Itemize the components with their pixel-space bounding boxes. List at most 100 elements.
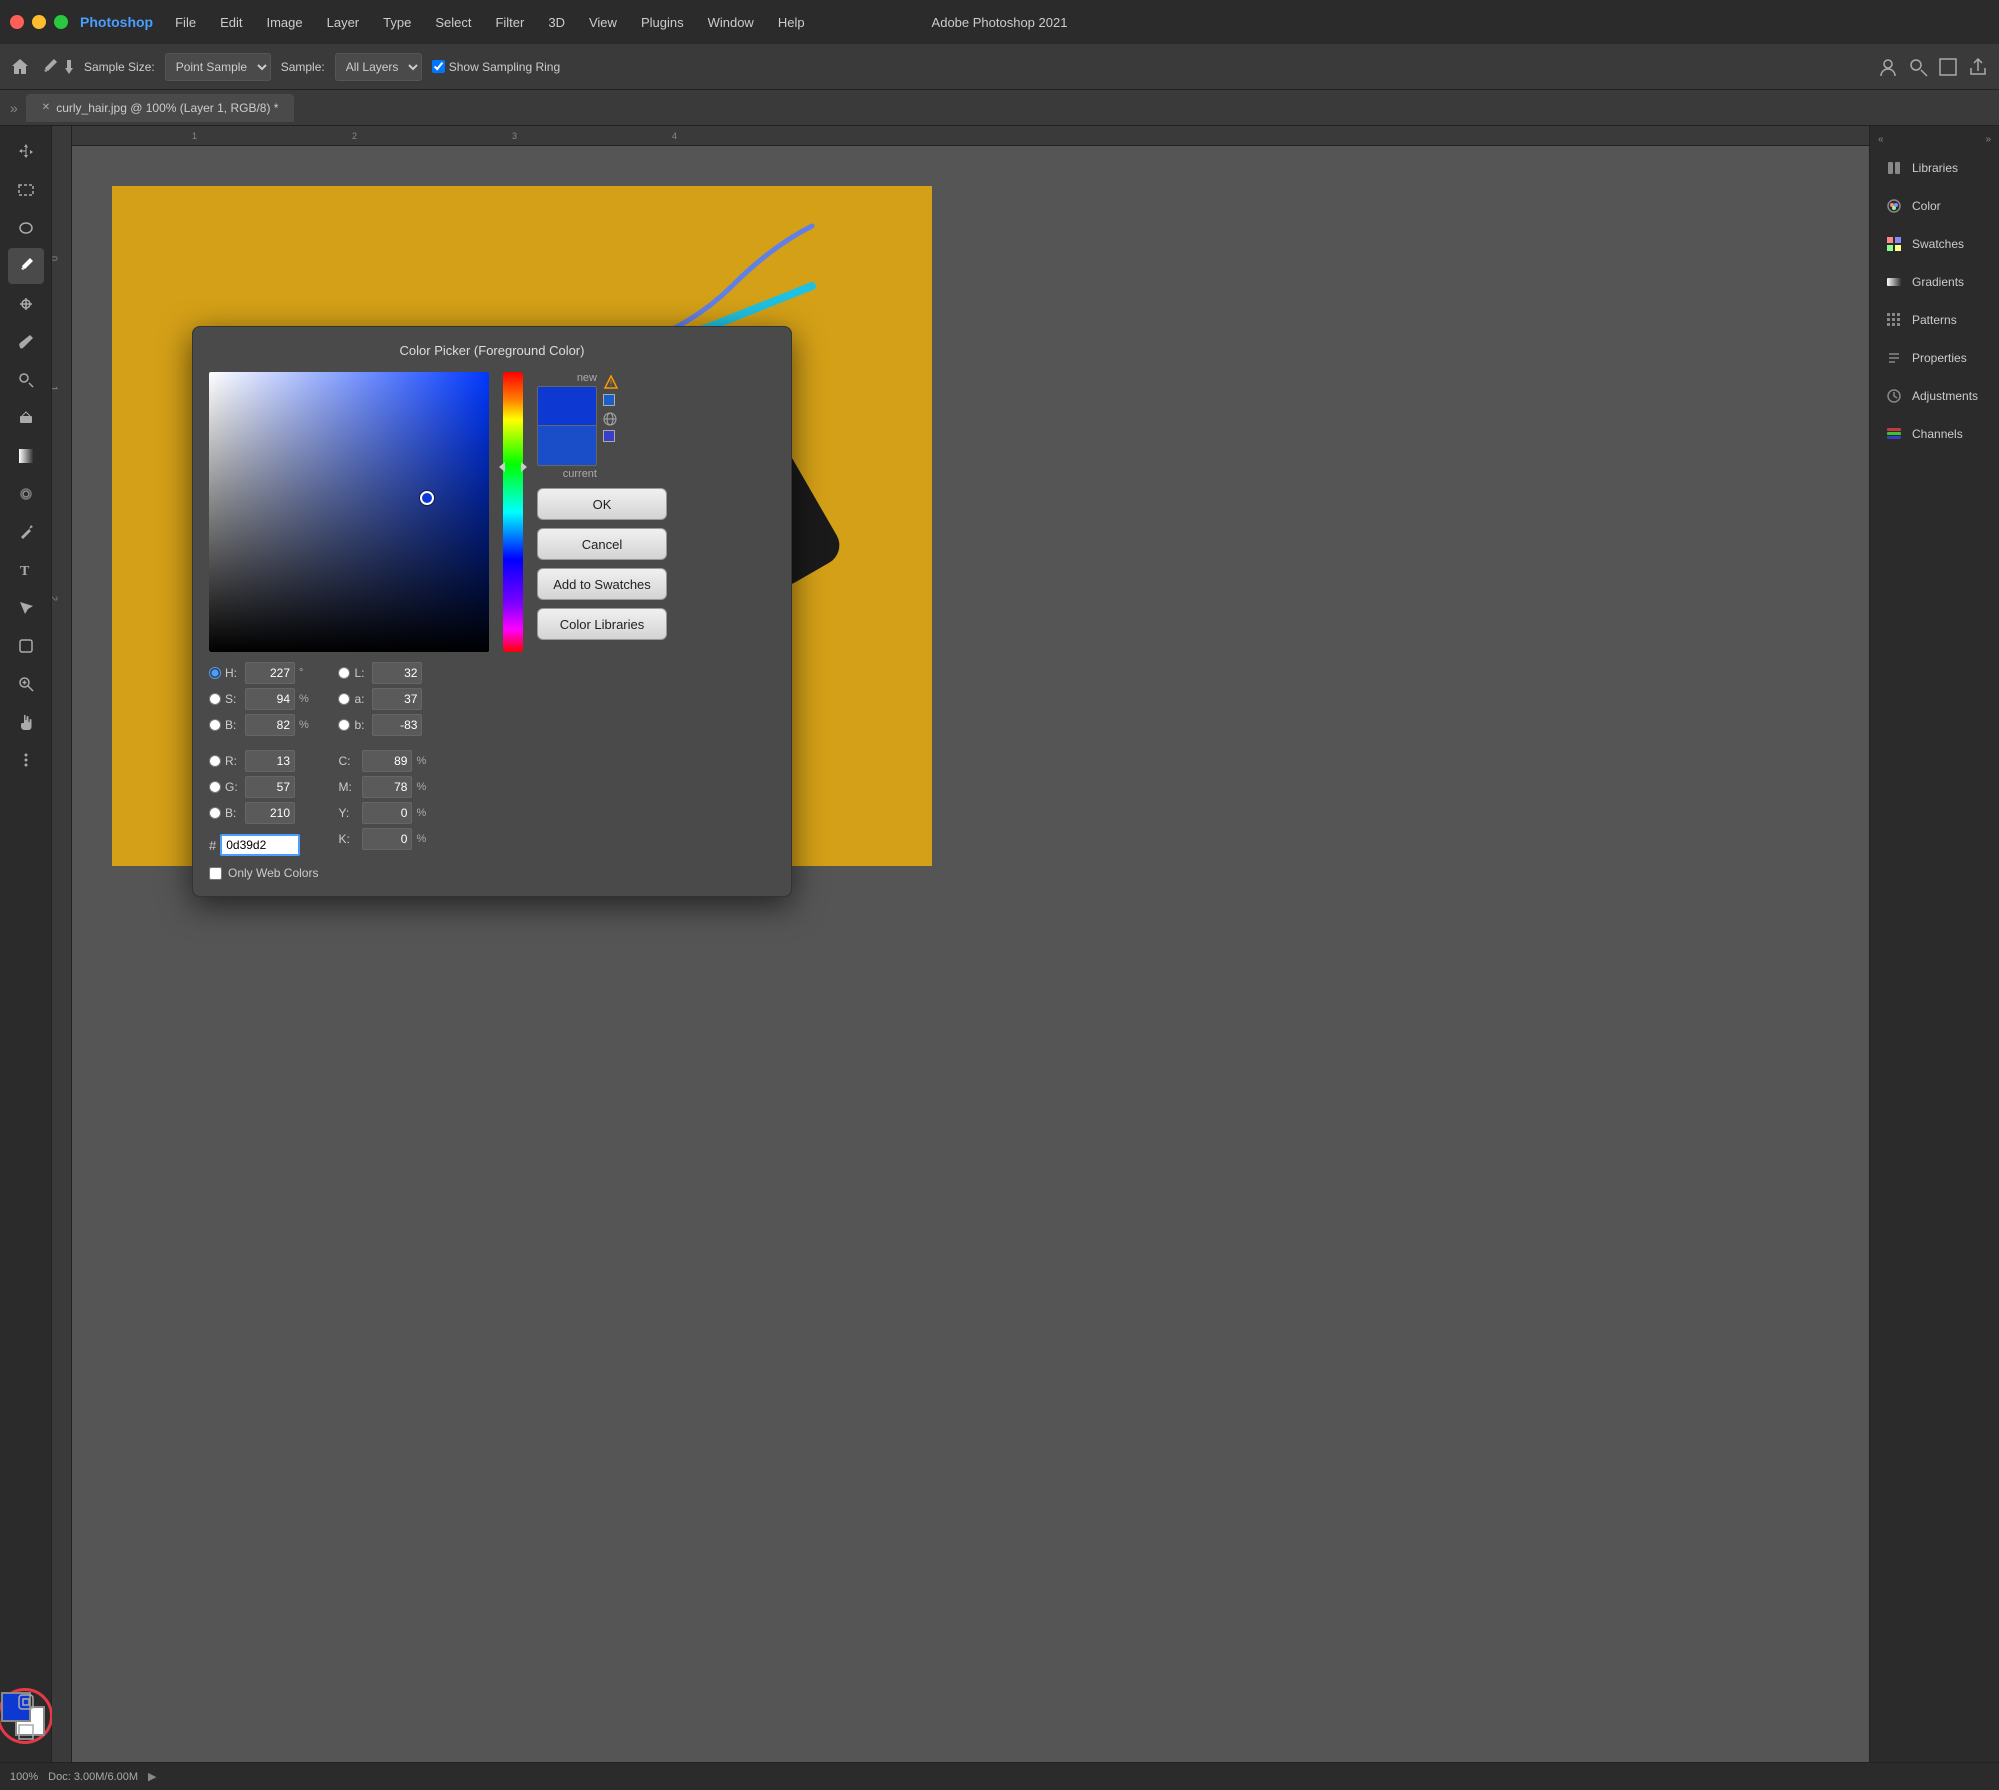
color-cube-icon[interactable] xyxy=(603,394,615,406)
panel-color[interactable]: Color xyxy=(1874,188,1995,224)
clone-tool[interactable] xyxy=(8,362,44,398)
more-tools[interactable] xyxy=(8,742,44,778)
menu-3d[interactable]: 3D xyxy=(536,11,577,34)
sample-select[interactable]: All Layers xyxy=(335,53,422,81)
color-spectrum[interactable] xyxy=(209,372,489,652)
document-tab[interactable]: ✕ curly_hair.jpg @ 100% (Layer 1, RGB/8)… xyxy=(26,94,295,122)
select-rect-tool[interactable] xyxy=(8,172,44,208)
b-radio[interactable] xyxy=(209,719,221,731)
close-button[interactable] xyxy=(10,15,24,29)
menu-select[interactable]: Select xyxy=(423,11,483,34)
panel-collapse-left[interactable]: « xyxy=(1878,134,1884,145)
a-radio[interactable] xyxy=(338,693,350,705)
g-radio[interactable] xyxy=(209,781,221,793)
maximize-button[interactable] xyxy=(54,15,68,29)
eraser-tool[interactable] xyxy=(8,400,44,436)
h-radio[interactable] xyxy=(209,667,221,679)
gamut-warning-icon[interactable]: ! xyxy=(603,374,619,390)
menu-image[interactable]: Image xyxy=(254,11,314,34)
sample-size-select[interactable]: Point Sample xyxy=(165,53,271,81)
hand-tool[interactable] xyxy=(8,704,44,740)
collapse-panel-icon[interactable]: » xyxy=(10,100,18,116)
menu-filter[interactable]: Filter xyxy=(483,11,536,34)
search-icon[interactable] xyxy=(1907,56,1929,78)
canvas-area[interactable]: 1 2 3 4 0 1 2 xyxy=(52,126,1869,1790)
panel-gradients[interactable]: Gradients xyxy=(1874,264,1995,300)
shape-tool[interactable] xyxy=(8,628,44,664)
app-logo: Photoshop xyxy=(80,14,153,30)
menu-window[interactable]: Window xyxy=(696,11,766,34)
share-icon[interactable] xyxy=(1967,56,1989,78)
path-select-tool[interactable] xyxy=(8,590,44,626)
l-radio[interactable] xyxy=(338,667,350,679)
r-input[interactable] xyxy=(245,750,295,772)
menu-edit[interactable]: Edit xyxy=(208,11,254,34)
minimize-button[interactable] xyxy=(32,15,46,29)
status-arrow[interactable]: ▶ xyxy=(148,1770,156,1783)
r-radio[interactable] xyxy=(209,755,221,767)
panel-swatches[interactable]: Swatches xyxy=(1874,226,1995,262)
panel-libraries[interactable]: Libraries xyxy=(1874,150,1995,186)
spectrum-cursor[interactable] xyxy=(420,491,434,505)
add-to-swatches-button[interactable]: Add to Swatches xyxy=(537,568,667,600)
l-field-row: L: xyxy=(338,662,430,684)
cancel-button[interactable]: Cancel xyxy=(537,528,667,560)
g-input[interactable] xyxy=(245,776,295,798)
move-tool[interactable] xyxy=(8,134,44,170)
menu-layer[interactable]: Layer xyxy=(315,11,372,34)
brush-tool[interactable] xyxy=(8,324,44,360)
ok-button[interactable]: OK xyxy=(537,488,667,520)
new-color-swatch[interactable] xyxy=(537,386,597,426)
y-input[interactable] xyxy=(362,802,412,824)
new-label: new xyxy=(577,372,597,384)
menu-plugins[interactable]: Plugins xyxy=(629,11,696,34)
panel-patterns[interactable]: Patterns xyxy=(1874,302,1995,338)
only-web-colors-checkbox[interactable] xyxy=(209,867,222,880)
panel-properties[interactable]: Properties xyxy=(1874,340,1995,376)
a-label: a: xyxy=(354,692,368,706)
s-radio[interactable] xyxy=(209,693,221,705)
screen-mode-icon[interactable] xyxy=(1937,56,1959,78)
blur-tool[interactable] xyxy=(8,476,44,512)
gradient-tool[interactable] xyxy=(8,438,44,474)
rgb-b-input[interactable] xyxy=(245,802,295,824)
b2-radio[interactable] xyxy=(338,719,350,731)
eyedropper-tool[interactable] xyxy=(8,248,44,284)
b2-input[interactable] xyxy=(372,714,422,736)
rgb-b-radio[interactable] xyxy=(209,807,221,819)
h-input[interactable] xyxy=(245,662,295,684)
show-sampling-ring-checkbox[interactable] xyxy=(432,60,445,73)
s-field-row: S: % xyxy=(209,688,318,710)
current-color-swatch[interactable] xyxy=(537,426,597,466)
panel-channels[interactable]: Channels xyxy=(1874,416,1995,452)
rgb-b-label: B: xyxy=(225,806,241,820)
zoom-tool[interactable] xyxy=(8,666,44,702)
hex-input[interactable] xyxy=(220,834,300,856)
menu-help[interactable]: Help xyxy=(766,11,817,34)
pen-tool[interactable] xyxy=(8,514,44,550)
k-input[interactable] xyxy=(362,828,412,850)
type-tool[interactable]: T xyxy=(8,552,44,588)
web-safe-color-box[interactable] xyxy=(603,430,615,442)
c-input[interactable] xyxy=(362,750,412,772)
l-input[interactable] xyxy=(372,662,422,684)
color-libraries-button[interactable]: Color Libraries xyxy=(537,608,667,640)
a-input[interactable] xyxy=(372,688,422,710)
menu-file[interactable]: File xyxy=(163,11,208,34)
menu-type[interactable]: Type xyxy=(371,11,423,34)
hue-slider[interactable] xyxy=(503,372,523,652)
panel-adjustments[interactable]: Adjustments xyxy=(1874,378,1995,414)
search-account-icon[interactable] xyxy=(1877,56,1899,78)
lasso-tool[interactable] xyxy=(8,210,44,246)
home-icon[interactable] xyxy=(10,57,30,77)
screen-mode-tool[interactable] xyxy=(8,1714,44,1750)
b-input[interactable] xyxy=(245,714,295,736)
healing-tool[interactable] xyxy=(8,286,44,322)
show-sampling-ring-label[interactable]: Show Sampling Ring xyxy=(432,60,560,74)
web-safe-icon[interactable] xyxy=(603,412,617,426)
menu-view[interactable]: View xyxy=(577,11,629,34)
m-input[interactable] xyxy=(362,776,412,798)
panel-collapse-right[interactable]: » xyxy=(1985,134,1991,145)
tab-close-icon[interactable]: ✕ xyxy=(42,102,50,113)
s-input[interactable] xyxy=(245,688,295,710)
